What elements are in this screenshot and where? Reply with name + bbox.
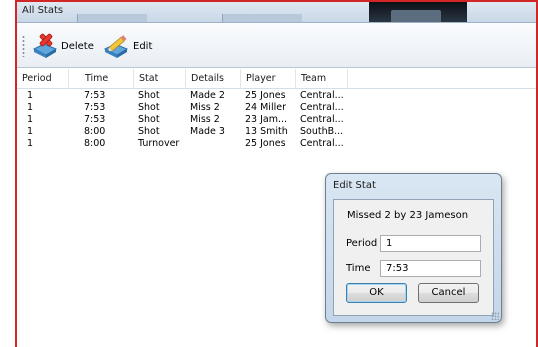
- table-row[interactable]: 1 7:53 Shot Miss 2 23 Jam... Central...: [17, 114, 536, 126]
- delete-icon: [31, 32, 59, 60]
- cell-player: 25 Jones: [245, 138, 286, 149]
- cell-period: 1: [27, 114, 34, 125]
- window-title: All Stats: [22, 5, 64, 16]
- toolbar: Delete Edit: [17, 23, 536, 68]
- edit-button-label: Edit: [133, 40, 153, 52]
- table-row[interactable]: 1 7:53 Shot Miss 2 24 Miller Central...: [17, 102, 536, 114]
- edit-button[interactable]: Edit: [103, 32, 152, 60]
- edit-icon: [103, 32, 131, 60]
- cell-stat: Shot: [138, 114, 160, 125]
- edit-stat-dialog: Edit Stat Missed 2 by 23 Jameson Period …: [325, 173, 502, 323]
- background-strip: [77, 14, 147, 22]
- cell-time: 7:53: [84, 90, 106, 101]
- cell-team: SouthB...: [300, 126, 344, 137]
- time-label: Time: [346, 263, 371, 274]
- cell-player: 23 Jam...: [245, 114, 288, 125]
- column-header-details[interactable]: Details: [186, 69, 241, 89]
- time-input[interactable]: [380, 260, 481, 277]
- toolbar-grip[interactable]: [22, 35, 25, 57]
- column-header-period[interactable]: Period: [17, 69, 69, 89]
- cell-team: Central...: [300, 138, 344, 149]
- cell-time: 8:00: [84, 138, 106, 149]
- cell-period: 1: [27, 90, 34, 101]
- cell-team: Central...: [300, 90, 344, 101]
- cell-details: Made 3: [190, 126, 225, 137]
- table-row[interactable]: 1 8:00 Shot Made 3 13 Smith SouthB...: [17, 126, 536, 138]
- period-input[interactable]: [380, 235, 481, 252]
- table-row[interactable]: 1 7:53 Shot Made 2 25 Jones Central...: [17, 90, 536, 102]
- cell-stat: Shot: [138, 90, 160, 101]
- delete-button[interactable]: Delete: [31, 32, 94, 60]
- resize-grip[interactable]: [491, 312, 499, 320]
- cell-stat: Shot: [138, 126, 160, 137]
- cell-period: 1: [27, 102, 34, 113]
- cell-player: 13 Smith: [245, 126, 288, 137]
- cell-time: 8:00: [84, 126, 106, 137]
- cell-details: Miss 2: [190, 102, 220, 113]
- column-header-player[interactable]: Player: [241, 69, 296, 89]
- cell-time: 7:53: [84, 114, 106, 125]
- column-header-time[interactable]: Time: [80, 69, 134, 89]
- cell-details: Miss 2: [190, 114, 220, 125]
- cell-stat: Turnover: [138, 138, 180, 149]
- title-bar[interactable]: All Stats: [17, 2, 536, 23]
- cell-team: Central...: [300, 102, 344, 113]
- cell-team: Central...: [300, 114, 344, 125]
- background-window-fragment: [369, 2, 467, 22]
- cell-period: 1: [27, 138, 34, 149]
- dialog-title: Edit Stat: [333, 180, 376, 191]
- stats-table: 1 7:53 Shot Made 2 25 Jones Central... 1…: [17, 90, 536, 150]
- table-header: Period Time Stat Details Player Team: [17, 69, 536, 89]
- all-stats-window: All Stats Delete Edit Period Time Stat D…: [15, 0, 538, 347]
- background-strip: [222, 14, 302, 22]
- table-row[interactable]: 1 8:00 Turnover 25 Jones Central...: [17, 138, 536, 150]
- column-header-team[interactable]: Team: [296, 69, 348, 89]
- ok-button[interactable]: OK: [346, 283, 407, 303]
- cell-stat: Shot: [138, 102, 160, 113]
- column-header-stat[interactable]: Stat: [134, 69, 186, 89]
- cell-player: 24 Miller: [245, 102, 286, 113]
- cell-time: 7:53: [84, 102, 106, 113]
- dialog-body: Missed 2 by 23 Jameson Period Time OK Ca…: [333, 199, 494, 316]
- cell-details: [185, 138, 240, 150]
- cell-player: 25 Jones: [245, 90, 286, 101]
- stat-description: Missed 2 by 23 Jameson: [347, 210, 469, 221]
- cell-period: 1: [27, 126, 34, 137]
- period-label: Period: [346, 238, 378, 249]
- cancel-button[interactable]: Cancel: [418, 283, 479, 303]
- cell-details: Made 2: [190, 90, 225, 101]
- delete-button-label: Delete: [61, 40, 94, 52]
